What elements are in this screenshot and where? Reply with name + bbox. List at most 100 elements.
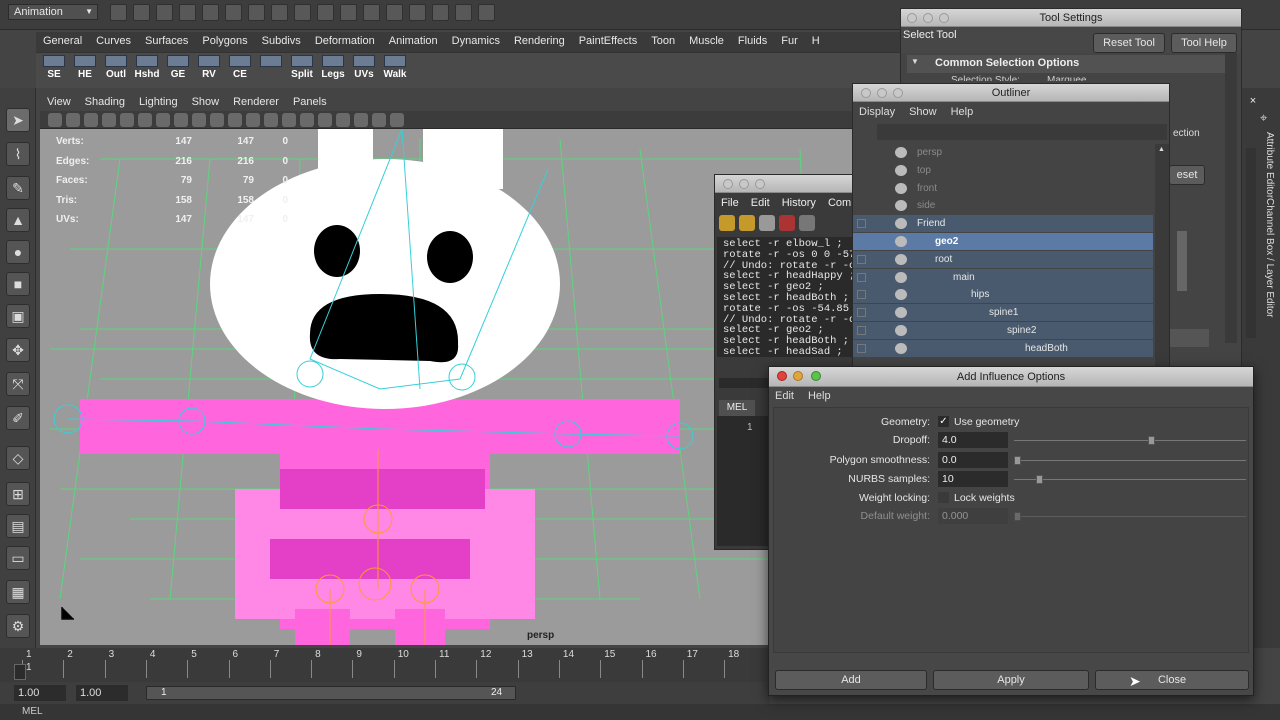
expand-box-icon[interactable] <box>857 326 866 335</box>
shelf-button-7[interactable] <box>257 55 285 69</box>
xray-joints-icon[interactable] <box>390 113 404 127</box>
shelf-tab-8[interactable]: Rendering <box>507 32 572 50</box>
reset-tool-button[interactable]: Reset Tool <box>1093 33 1165 53</box>
add-button[interactable]: Add <box>775 670 927 690</box>
expand-box-icon[interactable] <box>857 343 866 353</box>
viewport-menu-1[interactable]: Shading <box>78 94 132 110</box>
shelf-button-4[interactable]: GE <box>164 55 192 80</box>
render-settings-icon[interactable] <box>455 4 472 21</box>
ipr-icon[interactable] <box>432 4 449 21</box>
viewport-menu-5[interactable]: Panels <box>286 94 334 110</box>
viewport-menu-4[interactable]: Renderer <box>226 94 286 110</box>
lights-icon[interactable] <box>318 113 332 127</box>
channel-box-tab[interactable]: Channel Box / Layer Editor <box>1264 198 1275 318</box>
layout-graph-icon[interactable]: ▦ <box>6 580 30 604</box>
close-icon[interactable] <box>861 88 871 98</box>
close-icon[interactable] <box>777 371 787 381</box>
move-tool-icon[interactable]: ✥ <box>6 338 30 362</box>
shelf-tab-3[interactable]: Polygons <box>195 32 254 50</box>
zoom-icon[interactable] <box>939 13 949 23</box>
expand-box-icon[interactable] <box>857 272 866 282</box>
gate-mask-icon[interactable] <box>174 113 188 127</box>
outliner-item[interactable]: persp <box>853 144 1153 161</box>
resolution-gate-icon[interactable] <box>156 113 170 127</box>
zoom-icon[interactable] <box>755 179 765 189</box>
cube-icon[interactable]: ■ <box>6 272 30 296</box>
outliner-item[interactable]: Friend <box>853 215 1153 233</box>
slider-track[interactable] <box>1177 231 1187 291</box>
scroll-up-icon[interactable]: ▲ <box>1158 146 1165 153</box>
snap-point-icon[interactable] <box>294 4 311 21</box>
viewport-menu-3[interactable]: Show <box>185 94 227 110</box>
minimize-icon[interactable] <box>923 13 933 23</box>
shelf-button-1[interactable]: HE <box>71 55 99 80</box>
textured-icon[interactable] <box>300 113 314 127</box>
zoom-icon[interactable] <box>893 88 903 98</box>
history-icon[interactable] <box>386 4 403 21</box>
viewport-menu-0[interactable]: View <box>40 94 78 110</box>
expand-box-icon[interactable] <box>857 254 866 264</box>
expand-box-icon[interactable] <box>857 290 866 300</box>
close-panel-icon[interactable]: × <box>1246 94 1260 108</box>
select-component-icon[interactable] <box>225 4 242 21</box>
nurbs-slider-knob[interactable] <box>1036 475 1044 484</box>
script-history[interactable]: select -r elbow_l ; rotate -r -os 0 0 -57… <box>717 237 853 357</box>
shelf-tab-13[interactable]: Fur <box>774 32 805 50</box>
nurbs-slider[interactable] <box>1014 475 1246 484</box>
shelf-button-10[interactable]: UVs <box>350 55 378 80</box>
save-scene-icon[interactable] <box>156 4 173 21</box>
source-script-icon[interactable] <box>739 215 755 231</box>
outliner-titlebar[interactable]: Outliner <box>853 84 1169 102</box>
outliner-item[interactable]: spine2 <box>853 322 1153 339</box>
viewport-menu-2[interactable]: Lighting <box>132 94 185 110</box>
time-slider[interactable]: 1 2 3 4 5 6 7 8 9 10 11 12 13 14 15 16 17 18 1 <box>0 648 770 682</box>
shadows-icon[interactable] <box>336 113 350 127</box>
cube-wire-icon[interactable]: ▣ <box>6 304 30 328</box>
outliner-menu-2[interactable]: Help <box>951 106 974 118</box>
outliner-item[interactable]: headBoth <box>853 339 1153 357</box>
dropoff-field[interactable]: 4.0 <box>938 432 1008 448</box>
shelf-tab-11[interactable]: Muscle <box>682 32 731 50</box>
shelf-button-8[interactable]: Split <box>288 55 316 80</box>
outliner-item[interactable]: side <box>853 197 1153 214</box>
playback-start-field[interactable]: 1.00 <box>76 685 128 701</box>
apply-button[interactable]: Apply <box>933 670 1089 690</box>
close-icon[interactable] <box>907 13 917 23</box>
outliner-item[interactable]: main <box>853 268 1153 286</box>
shelf-tab-2[interactable]: Surfaces <box>138 32 195 50</box>
current-time-marker[interactable] <box>14 664 26 680</box>
shelf-tab-12[interactable]: Fluids <box>731 32 774 50</box>
hypershade-icon[interactable] <box>478 4 495 21</box>
minimize-icon[interactable] <box>793 371 803 381</box>
dialog-menu-1[interactable]: Help <box>808 390 831 402</box>
camera-icon[interactable] <box>48 113 62 127</box>
settings-tool-icon[interactable]: ⚙ <box>6 614 30 638</box>
smoothness-slider[interactable] <box>1014 456 1246 465</box>
script-menu-3[interactable]: Com <box>828 197 851 209</box>
lock-icon[interactable] <box>363 4 380 21</box>
tab-scrollbar[interactable] <box>1246 148 1256 338</box>
dialog-menu-0[interactable]: Edit <box>775 390 794 402</box>
script-menu-2[interactable]: History <box>782 197 816 209</box>
outliner-item[interactable]: hips <box>853 286 1153 304</box>
outliner-item[interactable]: front <box>853 180 1153 197</box>
layout-two-icon[interactable]: ▭ <box>6 546 30 570</box>
clear-input-icon[interactable] <box>799 215 815 231</box>
open-scene-icon[interactable] <box>133 4 150 21</box>
grid-icon[interactable] <box>120 113 134 127</box>
minimize-icon[interactable] <box>739 179 749 189</box>
save-script-icon[interactable] <box>759 215 775 231</box>
outliner-menu-1[interactable]: Show <box>909 106 937 118</box>
safe-action-icon[interactable] <box>210 113 224 127</box>
lasso-tool-icon[interactable]: ⌇ <box>6 142 30 166</box>
paint-select-icon[interactable]: ✎ <box>6 176 30 200</box>
sphere-icon[interactable]: ● <box>6 240 30 264</box>
field-chart-icon[interactable] <box>192 113 206 127</box>
snap-grid-icon[interactable] <box>248 4 265 21</box>
tool-help-button[interactable]: Tool Help <box>1171 33 1237 53</box>
image-plane-icon[interactable] <box>102 113 116 127</box>
reset-button[interactable]: eset <box>1169 165 1205 185</box>
cone-icon[interactable]: ▲ <box>6 208 30 232</box>
shelf-button-0[interactable]: SE <box>40 55 68 80</box>
shelf-tab-9[interactable]: PaintEffects <box>572 32 645 50</box>
